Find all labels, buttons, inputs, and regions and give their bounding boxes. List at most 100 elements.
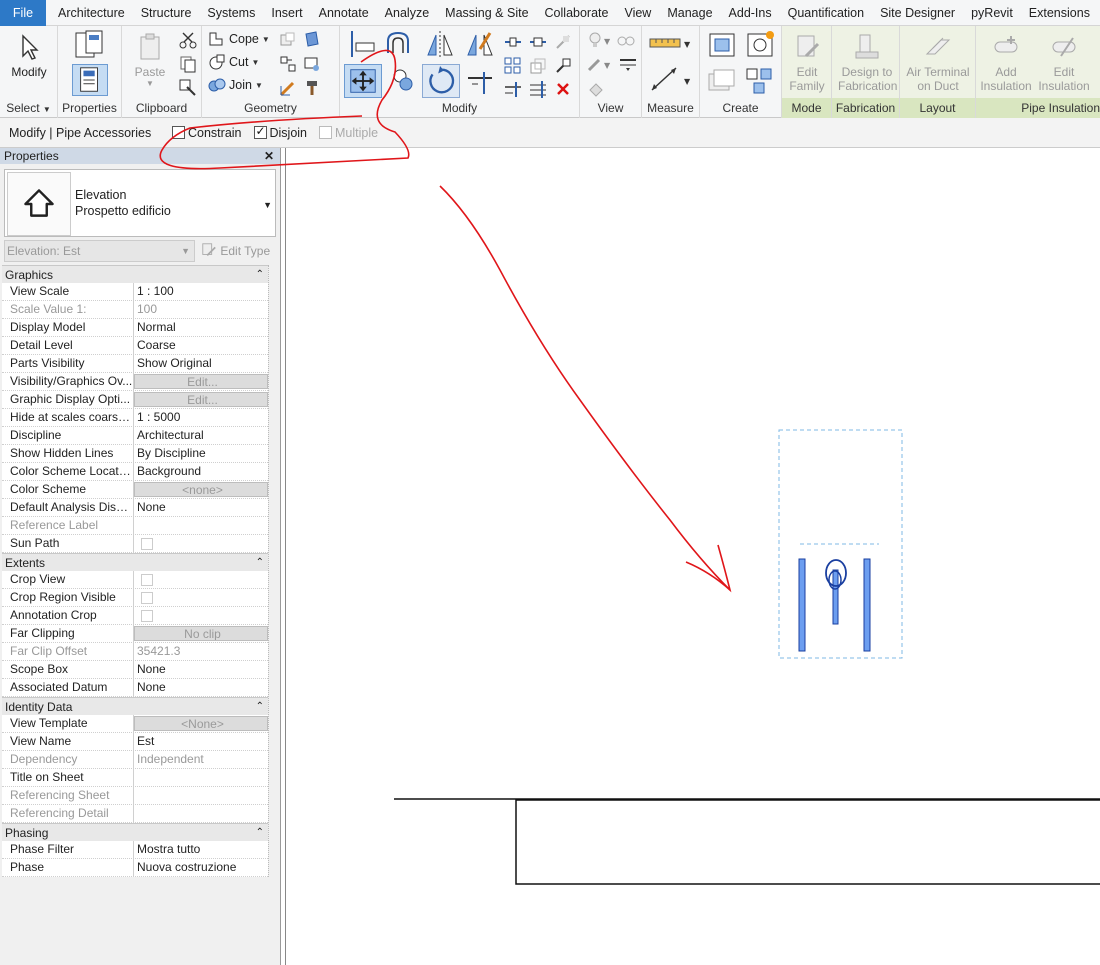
override-graphics-button[interactable]: ▼ (586, 54, 612, 74)
tab-collaborate[interactable]: Collaborate (537, 0, 617, 26)
tab-massing-site[interactable]: Massing & Site (437, 0, 536, 26)
type-properties-button[interactable] (72, 30, 106, 60)
constrain-option[interactable]: Constrain (172, 126, 242, 140)
property-value[interactable]: Normal (134, 319, 268, 336)
property-checkbox[interactable] (134, 589, 268, 606)
property-value[interactable]: None (134, 499, 268, 516)
split-face-button[interactable] (278, 30, 300, 50)
hammer-button[interactable] (302, 78, 324, 98)
property-edit-button[interactable]: No clip (134, 626, 268, 641)
tab-systems[interactable]: Systems (199, 0, 263, 26)
create-assembly-button[interactable] (706, 30, 738, 60)
temporary-hide-button[interactable] (616, 30, 638, 50)
drawing-canvas[interactable] (285, 148, 1100, 965)
property-edit-button[interactable]: Edit... (134, 374, 268, 389)
checkbox[interactable] (141, 610, 153, 622)
trim-extend-corner-button[interactable] (464, 66, 496, 96)
property-value[interactable]: Show Original (134, 355, 268, 372)
tab-quantification[interactable]: Quantification (780, 0, 872, 26)
collapse-icon[interactable]: ⌃ (256, 266, 264, 284)
properties-toggle-button[interactable] (72, 64, 108, 96)
add-insulation-button[interactable]: Add Insulation (978, 28, 1034, 96)
paste-button[interactable]: Paste ▼ (122, 28, 178, 96)
foundation-outline[interactable] (515, 799, 1100, 885)
scale-button[interactable] (528, 56, 550, 76)
tab-insert[interactable]: Insert (263, 0, 310, 26)
tab-view[interactable]: View (616, 0, 659, 26)
group-header-extents[interactable]: Extents ⌃ (2, 553, 268, 571)
disjoin-checkbox[interactable] (253, 124, 267, 139)
edit-type-button[interactable]: Edit Type (201, 240, 277, 262)
property-value[interactable]: Coarse (134, 337, 268, 354)
property-checkbox[interactable] (134, 535, 268, 552)
property-value[interactable]: By Discipline (134, 445, 268, 462)
cope-button[interactable]: Cope ▼ (208, 29, 270, 49)
array-button[interactable] (503, 56, 525, 76)
crop-region[interactable] (778, 429, 903, 659)
collapse-icon[interactable]: ⌃ (256, 698, 264, 716)
pin-button[interactable] (553, 56, 575, 76)
modify-button[interactable]: Modify (1, 28, 57, 96)
tab-add-ins[interactable]: Add-Ins (721, 0, 780, 26)
offset-button[interactable] (384, 29, 416, 59)
trim-single-button[interactable] (503, 79, 525, 99)
align-wall-button[interactable] (278, 78, 300, 98)
constrain-checkbox[interactable] (172, 126, 185, 139)
delete-button[interactable] (553, 79, 575, 99)
measure-between-button[interactable]: ▼ (648, 32, 694, 54)
multiple-checkbox[interactable] (319, 126, 333, 139)
view-range-button[interactable] (586, 78, 608, 98)
property-checkbox[interactable] (134, 571, 268, 588)
copy-element-button[interactable] (388, 64, 418, 98)
cut-geometry-button[interactable]: Cut ▼ (208, 52, 259, 72)
tab-architecture[interactable]: Architecture (50, 0, 133, 26)
checkbox[interactable] (141, 592, 153, 604)
split-element-button[interactable] (503, 32, 525, 52)
property-value[interactable] (134, 769, 268, 786)
tab-site-designer[interactable]: Site Designer (872, 0, 963, 26)
match-properties-button[interactable] (178, 78, 200, 98)
select-panel-title[interactable]: Select ▼ (0, 98, 57, 118)
properties-scrollbar[interactable] (268, 265, 278, 877)
tab-analyze[interactable]: Analyze (377, 0, 437, 26)
group-header-graphics[interactable]: Graphics ⌃ (2, 265, 268, 283)
instance-selector[interactable]: Elevation: Est ▼ (4, 240, 195, 262)
copy-clipboard-button[interactable] (178, 54, 200, 74)
split-gap-button[interactable] (528, 32, 550, 52)
demolish-button[interactable] (302, 54, 324, 74)
tab-annotate[interactable]: Annotate (311, 0, 377, 26)
property-edit-button[interactable]: Edit... (134, 392, 268, 407)
wall-joins-button[interactable] (278, 54, 300, 74)
properties-title-bar[interactable]: Properties ✕ (0, 148, 280, 164)
pipe-accessory[interactable] (798, 558, 871, 652)
join-button[interactable]: Join ▼ (208, 75, 263, 95)
pipe-right[interactable] (863, 558, 871, 652)
align-button[interactable] (346, 29, 378, 59)
rotate-button[interactable] (422, 64, 460, 98)
collapse-icon[interactable]: ⌃ (256, 824, 264, 842)
tab-extensions[interactable]: Extensions (1021, 0, 1098, 26)
property-value[interactable]: Mostra tutto (134, 841, 268, 858)
hide-in-view-button[interactable]: ▼ (586, 30, 612, 50)
disjoin-option[interactable]: Disjoin (253, 124, 307, 140)
property-value[interactable]: Architectural (134, 427, 268, 444)
cut-clipboard-button[interactable] (178, 30, 200, 50)
group-header-phasing[interactable]: Phasing ⌃ (2, 823, 268, 841)
collapse-icon[interactable]: ⌃ (256, 554, 264, 572)
property-value[interactable]: Est (134, 733, 268, 750)
aligned-dimension-button[interactable]: ▼ (648, 64, 694, 94)
create-group-button[interactable] (706, 66, 738, 96)
air-terminal-on-duct-button[interactable]: Air Terminal on Duct (906, 28, 970, 96)
property-edit-button[interactable]: <None> (134, 716, 268, 731)
group-header-identity-data[interactable]: Identity Data ⌃ (2, 697, 268, 715)
linework-button[interactable] (618, 54, 640, 74)
unpin-button[interactable] (553, 32, 575, 52)
tab-file[interactable]: File (0, 0, 46, 26)
valve-stem[interactable] (832, 569, 839, 625)
checkbox[interactable] (141, 574, 153, 586)
chevron-down-icon[interactable]: ▼ (263, 200, 272, 210)
property-value[interactable]: Nuova costruzione (134, 859, 268, 876)
move-button[interactable] (344, 64, 382, 98)
property-edit-button[interactable]: <none> (134, 482, 268, 497)
property-value[interactable]: 1 : 100 (134, 283, 268, 300)
